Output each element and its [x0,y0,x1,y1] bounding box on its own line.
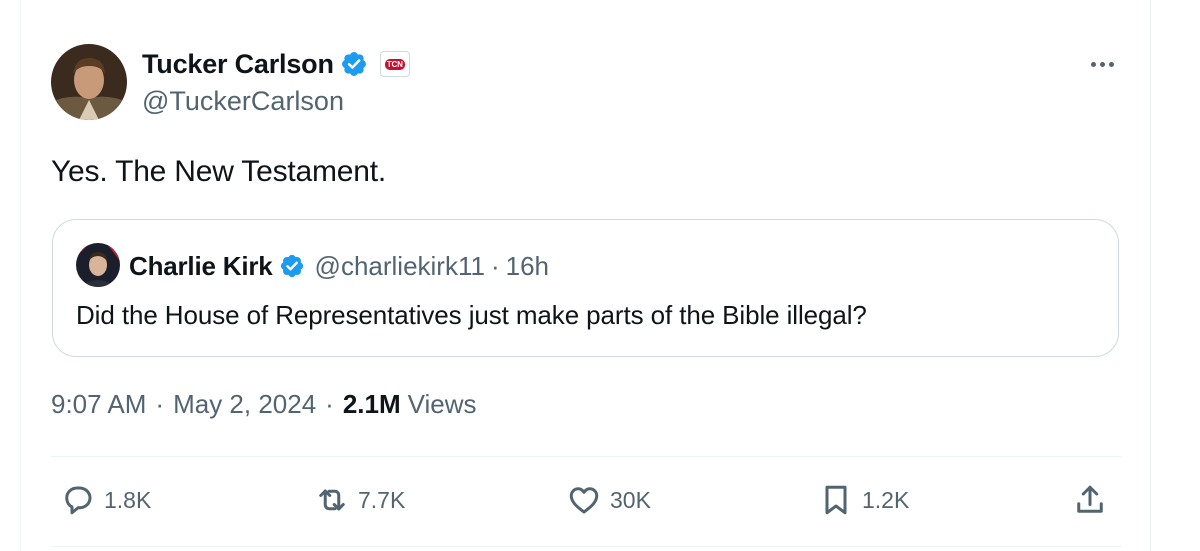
quoted-author-avatar[interactable] [76,243,120,287]
author-avatar[interactable] [51,44,127,120]
repost-count: 7.7K [358,486,406,513]
share-button[interactable] [1072,480,1108,520]
quoted-timestamp: 16h [505,250,550,281]
heart-icon [569,487,599,514]
tweet-time[interactable]: 9:07 AM [51,389,146,420]
quoted-tweet-text: Did the House of Representatives just ma… [76,300,867,330]
author-name[interactable]: Tucker Carlson [142,49,334,80]
author-name-row: Tucker Carlson TCN [142,46,410,82]
affiliate-badge[interactable]: TCN [379,51,410,77]
quoted-tweet[interactable]: Charlie Kirk @charliekirk11 · 16h Did th… [52,219,1119,357]
tweet-date[interactable]: May 2, 2024 [173,389,316,420]
reply-icon [65,486,92,515]
more-options-icon[interactable] [1084,50,1120,78]
verified-badge-icon [341,52,366,76]
tweet-detail: Tucker Carlson TCN @TuckerCarlson Yes. T… [0,0,1200,551]
quoted-author-handle: @charliekirk11 [314,250,485,281]
column-border-right [1150,0,1151,551]
reply-count: 1.8K [104,486,152,513]
verified-badge-icon [280,254,303,278]
quoted-separator: · [490,250,500,281]
divider [51,456,1121,457]
repost-button[interactable]: 7.7K [314,480,405,520]
bookmark-button[interactable]: 1.2K [818,480,909,520]
like-button[interactable]: 30K [566,480,651,520]
meta-separator: · [325,389,334,419]
quoted-author-name: Charlie Kirk [129,250,273,281]
tweet-text: Yes. The New Testament. [51,155,387,188]
views-count[interactable]: 2.1M [343,389,401,420]
repost-icon [319,489,345,511]
quoted-header: Charlie Kirk @charliekirk11 · 16h [129,249,549,283]
tweet-meta: 9:07 AM · May 2, 2024 · 2.1M Views [51,389,477,420]
affiliate-badge-label: TCN [384,58,405,70]
share-icon [1077,485,1103,513]
like-count: 30K [610,486,651,513]
bookmark-icon [825,485,847,515]
column-border-left [20,0,21,551]
divider [51,546,1121,547]
meta-separator: · [155,389,165,419]
bookmark-count: 1.2K [862,486,910,513]
reply-button[interactable]: 1.8K [60,480,151,520]
views-label: Views [407,389,477,419]
author-handle[interactable]: @TuckerCarlson [142,86,344,117]
